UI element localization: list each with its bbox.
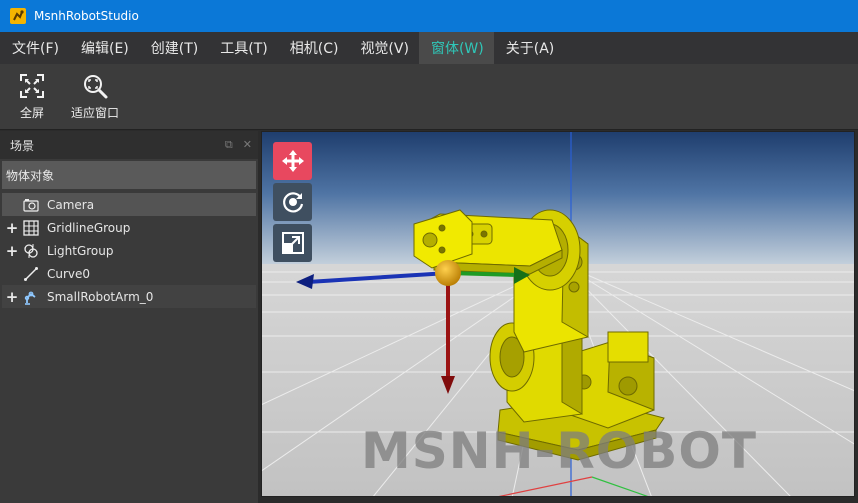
menu-window[interactable]: 窗体(W) bbox=[418, 32, 494, 64]
close-icon[interactable]: ✕ bbox=[243, 138, 252, 152]
watermark-text: MSNH-ROBOT bbox=[361, 422, 757, 480]
scene-panel-title: 场景 bbox=[10, 138, 35, 153]
fit-window-button[interactable]: 适应窗口 bbox=[62, 64, 128, 128]
tree-item-camera[interactable]: Camera bbox=[2, 193, 256, 216]
expand-plus-icon[interactable]: + bbox=[2, 219, 22, 237]
grid-icon bbox=[22, 219, 40, 236]
camera-icon bbox=[22, 197, 40, 213]
fullscreen-label: 全屏 bbox=[19, 106, 44, 120]
tree-item-label: Curve0 bbox=[47, 266, 91, 281]
menu-tools[interactable]: 工具(T) bbox=[208, 32, 277, 64]
menu-file[interactable]: 文件(F) bbox=[0, 32, 69, 64]
tree-item-label: LightGroup bbox=[47, 243, 114, 258]
tree-item-curve0[interactable]: Curve0 bbox=[2, 262, 256, 285]
tree-item-label: SmallRobotArm_0 bbox=[47, 289, 154, 304]
light-icon bbox=[22, 243, 40, 259]
rotate-icon bbox=[282, 192, 303, 213]
move-tool-button[interactable] bbox=[273, 142, 312, 180]
scene-panel: 场景 ⧉ ✕ 物体对象 Camera + GridlineGroup + Lig… bbox=[0, 131, 258, 503]
tree-item-lightgroup[interactable]: + LightGroup bbox=[2, 239, 256, 262]
tree-item-gridlinegroup[interactable]: + GridlineGroup bbox=[2, 216, 256, 239]
move-arrows-icon bbox=[281, 150, 304, 172]
expand-plus-icon[interactable]: + bbox=[2, 288, 22, 306]
fit-window-label: 适应窗口 bbox=[70, 106, 119, 120]
menu-camera[interactable]: 相机(C) bbox=[278, 32, 349, 64]
menu-create[interactable]: 创建(T) bbox=[139, 32, 208, 64]
fullscreen-icon bbox=[20, 74, 44, 98]
rotate-tool-button[interactable] bbox=[273, 183, 312, 221]
tree-item-label: GridlineGroup bbox=[47, 220, 131, 235]
toolbar: 全屏 适应窗口 bbox=[0, 64, 858, 130]
menu-edit[interactable]: 编辑(E) bbox=[69, 32, 139, 64]
fullscreen-button[interactable]: 全屏 bbox=[4, 64, 60, 128]
scale-tool-button[interactable] bbox=[273, 224, 312, 262]
scene-panel-header: 场景 ⧉ ✕ bbox=[0, 131, 258, 159]
title-bar: MsnhRobotStudio bbox=[0, 0, 858, 32]
3d-viewport[interactable]: MSNH-ROBOT bbox=[261, 131, 855, 497]
zoom-fit-icon bbox=[84, 75, 108, 99]
undock-icon[interactable]: ⧉ bbox=[225, 138, 233, 152]
scale-icon bbox=[281, 232, 304, 254]
scene-tree: Camera + GridlineGroup + LightGroup Curv… bbox=[2, 193, 256, 308]
menu-vision[interactable]: 视觉(V) bbox=[348, 32, 419, 64]
menu-bar: 文件(F) 编辑(E) 创建(T) 工具(T) 相机(C) 视觉(V) 窗体(W… bbox=[0, 32, 858, 64]
tree-column-header[interactable]: 物体对象 bbox=[2, 161, 256, 189]
menu-about[interactable]: 关于(A) bbox=[494, 32, 565, 64]
curve-icon bbox=[22, 266, 40, 282]
tree-item-smallrobotarm[interactable]: + SmallRobotArm_0 bbox=[2, 285, 256, 308]
robot-arm-icon bbox=[22, 289, 40, 305]
app-logo-icon bbox=[10, 8, 26, 24]
expand-plus-icon[interactable]: + bbox=[2, 242, 22, 260]
window-title: MsnhRobotStudio bbox=[34, 9, 139, 23]
tree-item-label: Camera bbox=[47, 197, 95, 212]
